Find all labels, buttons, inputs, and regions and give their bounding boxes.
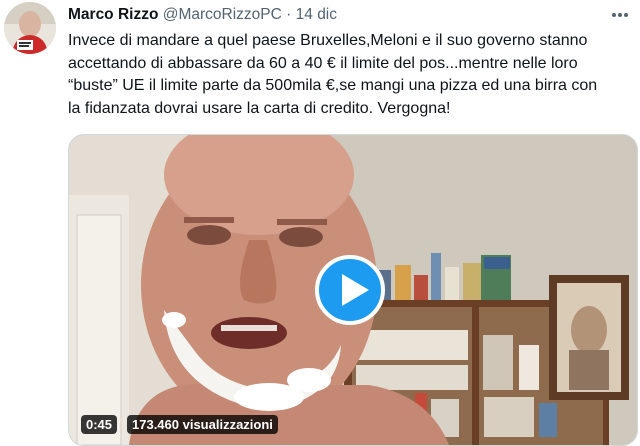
avatar[interactable]	[4, 2, 56, 54]
tweet-text-line: la fidanzata dovrai usare la carta di cr…	[68, 99, 451, 117]
tweet-date[interactable]: 14 dic	[296, 6, 337, 23]
avatar-photo	[4, 2, 56, 54]
author-handle[interactable]: @MarcoRizzoPC	[163, 6, 282, 23]
video-player[interactable]: 0:45 173.460 visualizzazioni	[68, 134, 638, 446]
tweet-text: Invece di mandare a quel paese Bruxelles…	[68, 30, 636, 120]
tweet-text-line: “buste” UE il limite parte da 500mila €,…	[68, 77, 598, 94]
more-dots-icon	[612, 13, 628, 17]
separator-dot: ·	[286, 6, 292, 23]
author-name[interactable]: Marco Rizzo	[68, 6, 158, 23]
tweet-text-line: accettando di abbassare da 60 a 40 € il …	[68, 54, 578, 72]
tweet-header: Marco Rizzo @MarcoRizzoPC · 14 dic	[68, 4, 337, 26]
tweet-text-line: Invece di mandare a quel paese Bruxelles…	[68, 32, 588, 49]
play-button[interactable]	[315, 255, 385, 325]
play-icon	[342, 274, 369, 306]
video-view-count: 173.460 visualizzazioni	[127, 415, 278, 434]
more-button[interactable]	[604, 4, 636, 26]
video-duration: 0:45	[81, 415, 118, 434]
